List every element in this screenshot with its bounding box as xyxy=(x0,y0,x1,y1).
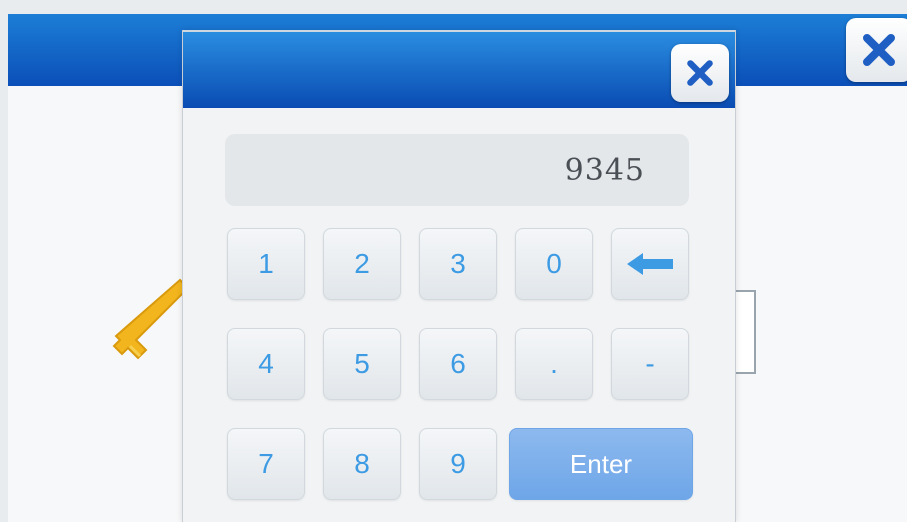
app-close-button[interactable] xyxy=(846,18,907,82)
key-minus[interactable]: - xyxy=(611,328,689,400)
backspace-button[interactable] xyxy=(611,228,689,300)
key-dot[interactable]: . xyxy=(515,328,593,400)
key-6[interactable]: 6 xyxy=(419,328,497,400)
key-8[interactable]: 8 xyxy=(323,428,401,500)
key-9[interactable]: 9 xyxy=(419,428,497,500)
key-2[interactable]: 2 xyxy=(323,228,401,300)
left-arrow-icon xyxy=(627,253,673,275)
key-icon xyxy=(112,278,190,360)
enter-button[interactable]: Enter xyxy=(509,428,693,500)
key-4[interactable]: 4 xyxy=(227,328,305,400)
numeric-keypad-dialog: 9345 1 2 3 0 4 5 6 . - 7 8 9 Enter xyxy=(182,30,736,522)
close-icon xyxy=(687,60,713,86)
key-0[interactable]: 0 xyxy=(515,228,593,300)
key-3[interactable]: 3 xyxy=(419,228,497,300)
key-5[interactable]: 5 xyxy=(323,328,401,400)
dialog-header-bar xyxy=(183,30,735,108)
background-input-field xyxy=(736,290,756,374)
display-value: 9345 xyxy=(564,152,645,188)
dialog-close-button[interactable] xyxy=(671,44,729,102)
number-display: 9345 xyxy=(225,134,689,206)
key-7[interactable]: 7 xyxy=(227,428,305,500)
close-icon xyxy=(863,34,895,66)
key-1[interactable]: 1 xyxy=(227,228,305,300)
